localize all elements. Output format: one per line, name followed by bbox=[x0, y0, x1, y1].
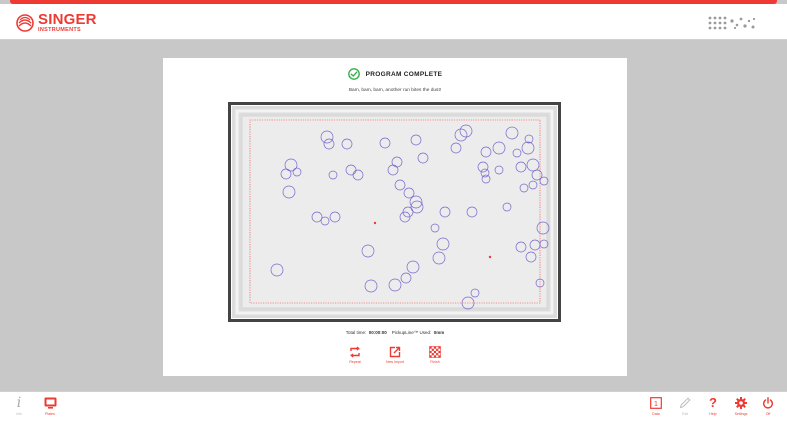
finish-label: Finish bbox=[430, 360, 440, 364]
plates-icon bbox=[44, 397, 56, 409]
info-icon: i bbox=[16, 395, 22, 411]
finish-button[interactable]: Finish bbox=[422, 346, 448, 364]
edit-button[interactable]: Edit bbox=[674, 397, 696, 416]
status-message: Bam, bam, bam, another run bites the dus… bbox=[348, 88, 442, 93]
app-header: SINGER INSTRUMENTS bbox=[0, 4, 787, 40]
brand-name: SINGER bbox=[38, 11, 97, 28]
run-stats: Total time: 00:00:00 PickupLine™ Used: 0… bbox=[163, 330, 627, 335]
repeat-label: Repeat bbox=[349, 360, 361, 364]
new-import-label: New Import bbox=[386, 360, 404, 364]
settings-button[interactable]: Settings bbox=[730, 397, 752, 416]
plate-view bbox=[231, 105, 558, 319]
plate-grid-icon bbox=[708, 16, 756, 30]
footer-toolbar: i Info Plates 1 Data Edit ? Help Setting… bbox=[0, 391, 787, 423]
reference-marker bbox=[373, 221, 377, 225]
settings-label: Settings bbox=[734, 412, 748, 416]
new-import-button[interactable]: New Import bbox=[382, 346, 408, 364]
help-button[interactable]: ? Help bbox=[702, 395, 724, 416]
finish-flag-icon bbox=[429, 346, 441, 358]
check-circle-icon bbox=[347, 68, 360, 80]
edit-label: Edit bbox=[681, 412, 689, 416]
pickupline-value: 0mm bbox=[433, 330, 445, 335]
status-title: PROGRAM COMPLETE bbox=[365, 70, 443, 78]
data-button[interactable]: 1 Data bbox=[645, 397, 667, 416]
help-label: Help bbox=[709, 412, 717, 416]
singer-logo: SINGER INSTRUMENTS bbox=[16, 12, 97, 34]
edit-icon bbox=[679, 397, 691, 409]
info-button[interactable]: i Info bbox=[8, 395, 30, 416]
total-time-value: 00:00:00 bbox=[368, 330, 387, 335]
settings-icon bbox=[735, 397, 747, 409]
plate-frame bbox=[228, 102, 561, 322]
repeat-button[interactable]: Repeat bbox=[342, 346, 368, 364]
singer-logo-icon bbox=[16, 13, 34, 32]
brand-subname: INSTRUMENTS bbox=[38, 27, 82, 33]
info-label: Info bbox=[16, 412, 22, 416]
status-row: PROGRAM COMPLETE bbox=[163, 68, 627, 80]
data-label: Data bbox=[652, 412, 660, 416]
plates-label: Plates bbox=[45, 412, 55, 416]
plates-button[interactable]: Plates bbox=[39, 397, 61, 416]
completion-panel: PROGRAM COMPLETE Bam, bam, bam, another … bbox=[163, 58, 627, 376]
reference-marker bbox=[488, 255, 492, 259]
help-icon: ? bbox=[709, 395, 717, 410]
pickupline-label: PickupLine™ Used: bbox=[391, 330, 432, 335]
off-label: Off bbox=[765, 412, 771, 416]
repeat-icon bbox=[349, 346, 361, 358]
power-button[interactable]: Off bbox=[757, 397, 779, 416]
power-icon bbox=[763, 397, 773, 409]
plate-colony-map bbox=[235, 109, 554, 315]
data-icon: 1 bbox=[650, 397, 662, 409]
action-bar: Repeat New Import Finish bbox=[163, 346, 627, 364]
svg-text:1: 1 bbox=[654, 401, 658, 408]
new-import-icon bbox=[389, 346, 401, 358]
total-time-label: Total time: bbox=[345, 330, 367, 335]
